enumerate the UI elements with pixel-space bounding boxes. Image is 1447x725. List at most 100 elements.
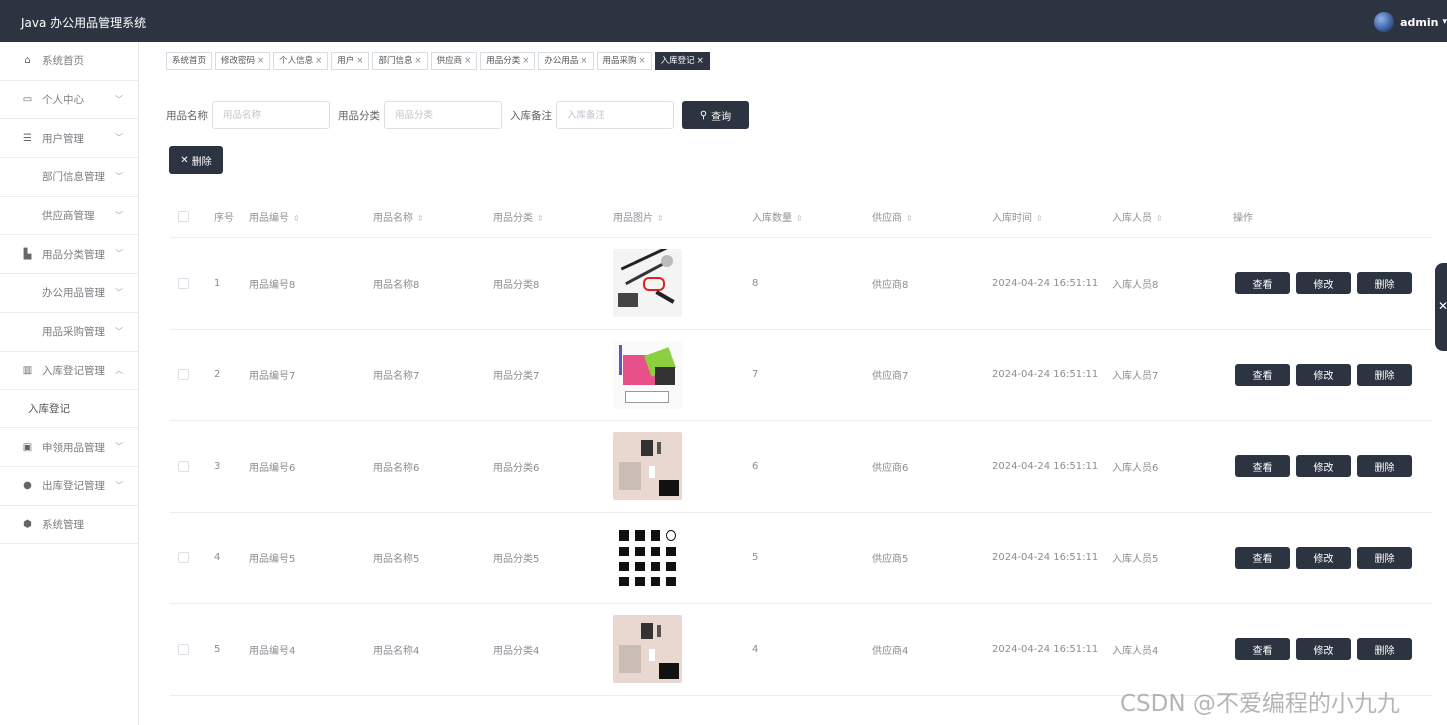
edit-button[interactable]: 修改 [1296, 363, 1351, 386]
sidebar-item-stock-in[interactable]: ▥ 入库登记管理 ︿ [0, 352, 138, 391]
close-icon[interactable]: × [356, 56, 363, 66]
product-image[interactable] [613, 523, 682, 592]
header-index: 序号 [214, 213, 234, 224]
header-time[interactable]: 入库时间 ⇕ [992, 209, 1043, 224]
tab-stock-in[interactable]: 入库登记 × [654, 52, 710, 70]
sidebar-item-stock-out[interactable]: ● 出库登记管理 ﹀ [0, 467, 138, 506]
view-button[interactable]: 查看 [1235, 638, 1290, 661]
edit-button[interactable]: 修改 [1296, 546, 1351, 569]
product-image[interactable] [613, 340, 682, 409]
tab-users[interactable]: 用户 × [331, 52, 370, 70]
cell-time: 2024-04-24 16:51:11 [992, 369, 1099, 381]
sidebar-item-departments[interactable]: 部门信息管理 ﹀ [0, 158, 138, 197]
sidebar-item-label: 部门信息管理 [42, 171, 105, 184]
sidebar-item-categories[interactable]: ▙ 用品分类管理 ﹀ [0, 235, 138, 275]
edit-button[interactable]: 修改 [1296, 455, 1351, 478]
delete-button[interactable]: 删除 [1357, 455, 1412, 478]
header-category[interactable]: 用品分类 ⇕ [493, 209, 544, 224]
sidebar-item-purchases[interactable]: 用品采购管理 ﹀ [0, 313, 138, 352]
edit-button[interactable]: 修改 [1296, 272, 1351, 295]
name-input[interactable] [212, 101, 330, 129]
cell-index: 3 [214, 460, 221, 472]
tab-home[interactable]: 系统首页 [166, 52, 213, 70]
view-button[interactable]: 查看 [1235, 546, 1290, 569]
sidebar-subitem-stock-in-register[interactable]: 入库登记 [0, 390, 138, 429]
close-icon[interactable]: × [522, 56, 529, 66]
sidebar-item-label: 个人中心 [42, 94, 84, 107]
delete-button[interactable]: 删除 [1357, 272, 1412, 295]
tab-profile[interactable]: 个人信息 × [273, 52, 329, 70]
tab-purchases[interactable]: 用品采购 × [596, 52, 652, 70]
close-icon[interactable]: × [580, 56, 587, 66]
edit-button[interactable]: 修改 [1296, 638, 1351, 661]
sort-icon[interactable]: ⇕ [1156, 214, 1163, 223]
cell-time: 2024-04-24 16:51:11 [992, 552, 1099, 564]
close-icon[interactable]: × [414, 56, 421, 66]
header-code[interactable]: 用品编号 ⇕ [249, 209, 300, 224]
close-icon[interactable]: × [697, 56, 704, 66]
row-checkbox[interactable] [178, 552, 189, 564]
sort-icon[interactable]: ⇕ [657, 214, 664, 223]
sidebar-item-requisitions[interactable]: ▣ 申领用品管理 ﹀ [0, 428, 138, 467]
sort-icon[interactable]: ⇕ [417, 214, 424, 223]
sidebar-item-system[interactable]: ⬢ 系统管理 [0, 506, 138, 545]
header-name[interactable]: 用品名称 ⇕ [373, 209, 424, 224]
header-label: 入库时间 [992, 213, 1032, 224]
user-menu[interactable]: admin ▾ [1374, 12, 1447, 32]
category-input[interactable] [384, 101, 502, 129]
chevron-down-icon[interactable]: ▾ [1442, 17, 1447, 27]
view-button[interactable]: 查看 [1235, 455, 1290, 478]
tab-label: 部门信息 [378, 56, 413, 66]
sidebar-item-label: 系统管理 [42, 518, 84, 531]
remark-input[interactable] [556, 101, 674, 129]
tab-password[interactable]: 修改密码 × [215, 52, 271, 70]
close-icon[interactable]: × [464, 56, 471, 66]
sort-icon[interactable]: ⇕ [1036, 214, 1043, 223]
cell-name: 用品名称6 [373, 462, 420, 474]
user-icon: ● [23, 480, 32, 492]
delete-button[interactable]: 删除 [1357, 546, 1412, 569]
cell-index: 4 [214, 552, 221, 564]
sidebar-item-home[interactable]: ⌂ 系统首页 [0, 42, 138, 81]
query-button[interactable]: ⚲ 查询 [682, 101, 749, 129]
username[interactable]: admin [1400, 16, 1438, 29]
tab-supplies[interactable]: 办公用品 × [538, 52, 594, 70]
batch-delete-button[interactable]: ✕ 删除 [169, 146, 223, 174]
name-label: 用品名称 [166, 109, 208, 122]
row-checkbox[interactable] [178, 277, 189, 289]
product-image[interactable] [613, 249, 682, 318]
view-button[interactable]: 查看 [1235, 272, 1290, 295]
side-panel-toggle[interactable]: ✕ [1435, 263, 1447, 351]
header-image[interactable]: 用品图片 ⇕ [613, 209, 664, 224]
delete-button[interactable]: 删除 [1357, 638, 1412, 661]
sidebar-item-supplies[interactable]: 办公用品管理 ﹀ [0, 274, 138, 313]
select-all-checkbox[interactable] [178, 211, 189, 222]
tab-departments[interactable]: 部门信息 × [372, 52, 428, 70]
product-image[interactable] [613, 432, 682, 501]
header-staff[interactable]: 入库人员 ⇕ [1112, 209, 1163, 224]
cell-staff: 入库人员7 [1112, 371, 1159, 383]
close-icon[interactable]: × [257, 56, 264, 66]
sort-icon[interactable]: ⇕ [537, 214, 544, 223]
row-checkbox[interactable] [178, 369, 189, 381]
sort-icon[interactable]: ⇕ [293, 214, 300, 223]
close-icon[interactable]: × [315, 56, 322, 66]
sort-icon[interactable]: ⇕ [906, 214, 913, 223]
view-button[interactable]: 查看 [1235, 363, 1290, 386]
close-icon[interactable]: × [639, 56, 646, 66]
sidebar-item-suppliers[interactable]: 供应商管理 ﹀ [0, 197, 138, 236]
row-checkbox[interactable] [178, 643, 189, 655]
cell-category: 用品分类7 [493, 371, 540, 383]
header-qty[interactable]: 入库数量 ⇕ [752, 209, 803, 224]
tab-categories[interactable]: 用品分类 × [480, 52, 536, 70]
product-image[interactable] [613, 615, 682, 684]
tab-suppliers[interactable]: 供应商 × [430, 52, 478, 70]
delete-button[interactable]: 删除 [1357, 363, 1412, 386]
header-supplier[interactable]: 供应商 ⇕ [872, 209, 913, 224]
sort-icon[interactable]: ⇕ [796, 214, 803, 223]
row-checkbox[interactable] [178, 460, 189, 472]
header-label: 用品名称 [373, 213, 413, 224]
avatar[interactable] [1374, 12, 1395, 32]
sidebar-item-users[interactable]: ☰ 用户管理 ﹀ [0, 119, 138, 159]
sidebar-item-profile[interactable]: ▭ 个人中心 ﹀ [0, 81, 138, 120]
